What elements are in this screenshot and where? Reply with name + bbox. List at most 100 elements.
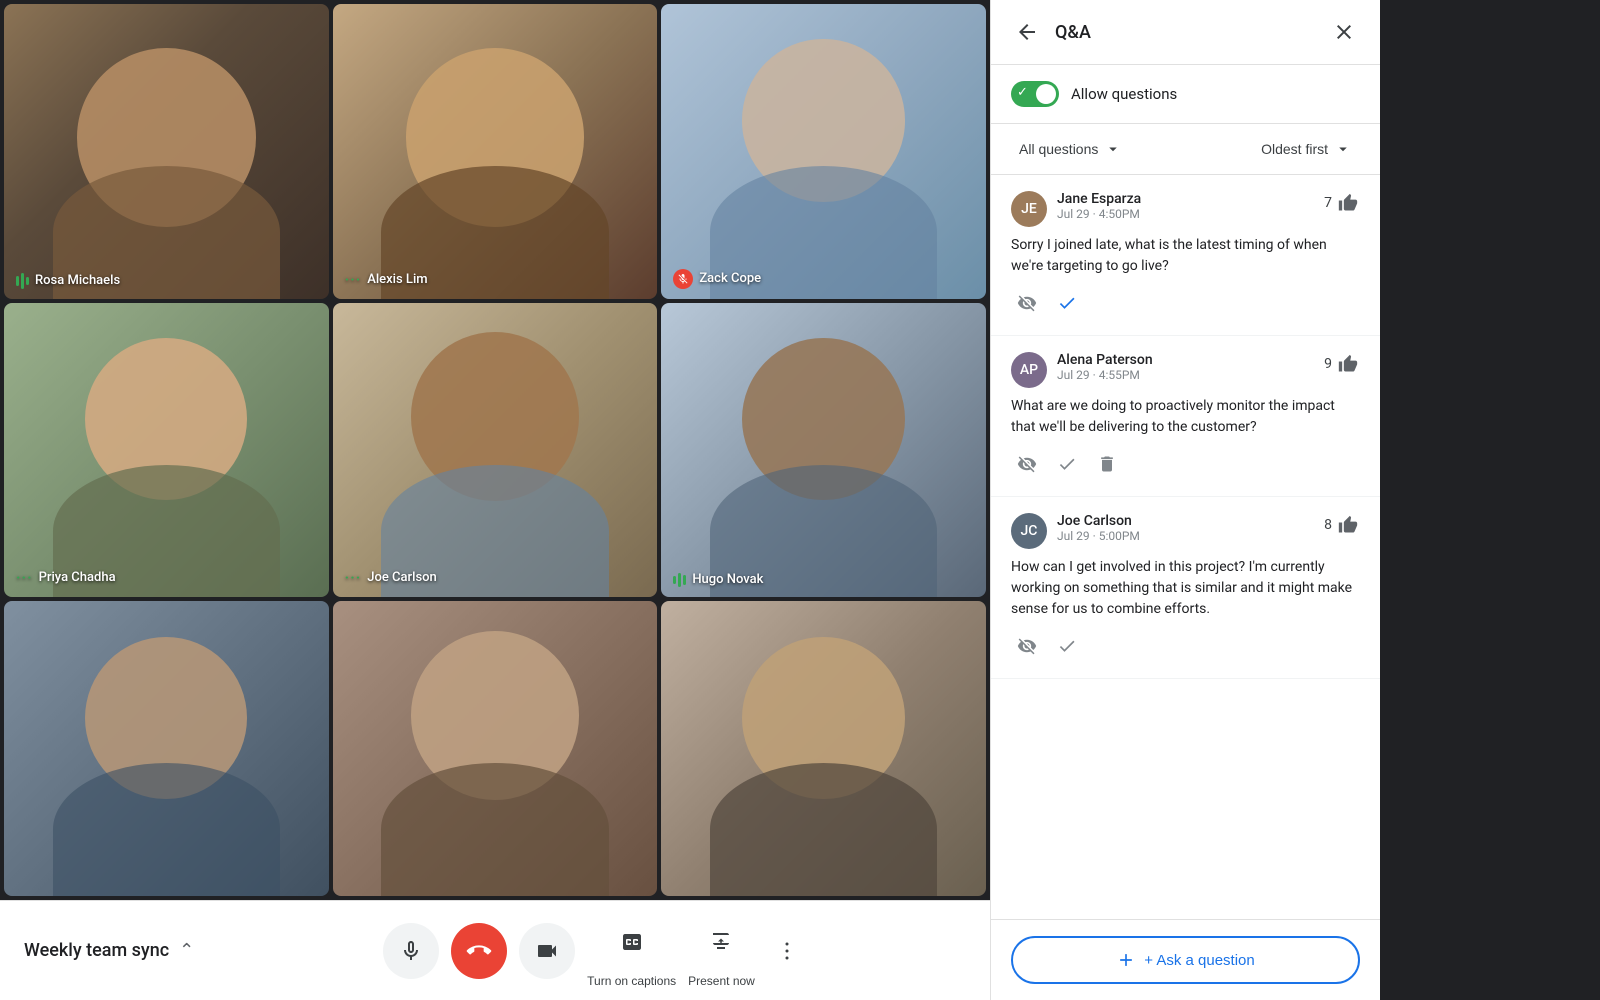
avatar-jane: JE: [1011, 191, 1047, 227]
answer-button-3[interactable]: [1051, 630, 1083, 662]
hide-button-2[interactable]: [1011, 448, 1043, 480]
video-grid: Rosa Michaels ··· Alexis Lim: [0, 0, 990, 900]
video-cell-p8: [333, 601, 658, 896]
oldest-first-filter[interactable]: Oldest first: [1253, 136, 1360, 162]
question-header-1: JE Jane Esparza Jul 29 · 4:50PM 7: [1011, 191, 1360, 227]
q-author-alena: Alena Paterson: [1057, 352, 1314, 368]
qa-close-button[interactable]: [1328, 16, 1360, 48]
q-actions-3: [1011, 630, 1360, 662]
q-time-joe: Jul 29 · 5:00PM: [1057, 529, 1314, 543]
present-label: Present now: [688, 974, 755, 988]
allow-questions-row: ✓ Allow questions: [991, 65, 1380, 124]
answer-button-1[interactable]: [1051, 287, 1083, 319]
present-now-button[interactable]: Present now: [688, 914, 755, 988]
like-button-1[interactable]: [1336, 191, 1360, 215]
q-time-jane: Jul 29 · 4:50PM: [1057, 207, 1314, 221]
like-count-3: 8: [1324, 517, 1332, 533]
end-call-button[interactable]: [451, 923, 507, 979]
name-time-joe: Joe Carlson Jul 29 · 5:00PM: [1057, 513, 1314, 543]
video-cell-p9: [661, 601, 986, 896]
captions-icon-wrap: [604, 914, 660, 970]
participant-name-joe: ··· Joe Carlson: [345, 568, 437, 587]
q-author-joe: Joe Carlson: [1057, 513, 1314, 529]
name-time-jane: Jane Esparza Jul 29 · 4:50PM: [1057, 191, 1314, 221]
captions-label: Turn on captions: [587, 974, 676, 988]
mic-indicator-rosa: [16, 273, 29, 289]
allow-questions-toggle[interactable]: ✓: [1011, 81, 1059, 107]
question-header-3: JC Joe Carlson Jul 29 · 5:00PM 8: [1011, 513, 1360, 549]
mic-indicator-hugo: [673, 573, 686, 587]
allow-questions-label: Allow questions: [1071, 85, 1177, 103]
participant-name-hugo: Hugo Novak: [673, 572, 763, 587]
meeting-title-area: Weekly team sync ⌃: [24, 940, 224, 961]
question-item-3: JC Joe Carlson Jul 29 · 5:00PM 8 How can…: [991, 497, 1380, 679]
dots-indicator-joe: ···: [345, 568, 362, 587]
delete-button-2[interactable]: [1091, 448, 1123, 480]
chevron-up-icon[interactable]: ⌃: [179, 940, 194, 961]
participant-name-priya: ··· Priya Chadha: [16, 568, 116, 587]
video-cell-joe: ··· Joe Carlson: [333, 303, 658, 598]
more-options-button[interactable]: [767, 931, 807, 971]
mic-bar: [683, 575, 686, 585]
dots-indicator-priya: ···: [16, 568, 33, 587]
name-time-alena: Alena Paterson Jul 29 · 4:55PM: [1057, 352, 1314, 382]
qa-panel: Q&A ✓ Allow questions All questions Olde…: [990, 0, 1380, 1000]
q-text-1: Sorry I joined late, what is the latest …: [1011, 235, 1360, 277]
qa-header: Q&A: [991, 0, 1380, 65]
order-dropdown-icon: [1334, 140, 1352, 158]
camera-button[interactable]: [519, 923, 575, 979]
oldest-first-label: Oldest first: [1261, 141, 1328, 157]
all-questions-filter[interactable]: All questions: [1011, 136, 1130, 162]
ask-question-button[interactable]: + Ask a question: [1011, 936, 1360, 984]
like-area-2: 9: [1324, 352, 1360, 376]
present-icon-wrap: [693, 914, 749, 970]
like-count-1: 7: [1324, 195, 1332, 211]
mic-button[interactable]: [383, 923, 439, 979]
like-count-2: 9: [1324, 356, 1332, 372]
mic-bar: [16, 276, 19, 286]
video-cell-alexis: ··· Alexis Lim: [333, 4, 658, 299]
qa-title: Q&A: [1055, 22, 1316, 43]
question-item-1: JE Jane Esparza Jul 29 · 4:50PM 7 Sorry …: [991, 175, 1380, 336]
qa-footer: + Ask a question: [991, 919, 1380, 1000]
hide-button-3[interactable]: [1011, 630, 1043, 662]
questions-list: JE Jane Esparza Jul 29 · 4:50PM 7 Sorry …: [991, 175, 1380, 919]
meeting-title: Weekly team sync: [24, 940, 169, 961]
q-actions-2: [1011, 448, 1360, 480]
filter-dropdown-icon: [1104, 140, 1122, 158]
filter-row: All questions Oldest first: [991, 124, 1380, 175]
participant-name-alexis: ··· Alexis Lim: [345, 270, 428, 289]
video-cell-rosa: Rosa Michaels: [4, 4, 329, 299]
q-author-jane: Jane Esparza: [1057, 191, 1314, 207]
q-text-3: How can I get involved in this project? …: [1011, 557, 1360, 620]
toggle-check-icon: ✓: [1017, 85, 1028, 100]
captions-button[interactable]: Turn on captions: [587, 914, 676, 988]
mic-bar: [678, 573, 681, 587]
like-button-2[interactable]: [1336, 352, 1360, 376]
like-button-3[interactable]: [1336, 513, 1360, 537]
hide-button-1[interactable]: [1011, 287, 1043, 319]
avatar-alena: AP: [1011, 352, 1047, 388]
like-area-3: 8: [1324, 513, 1360, 537]
video-cell-p7: [4, 601, 329, 896]
mic-muted-icon-zack: [673, 269, 693, 289]
ask-question-label: + Ask a question: [1144, 952, 1255, 969]
bottom-bar: Weekly team sync ⌃: [0, 900, 990, 1000]
video-cell-zack: Zack Cope: [661, 4, 986, 299]
question-item-2: AP Alena Paterson Jul 29 · 4:55PM 9 What…: [991, 336, 1380, 497]
avatar-joe: JC: [1011, 513, 1047, 549]
qa-back-button[interactable]: [1011, 16, 1043, 48]
mic-bar: [673, 576, 676, 584]
dots-indicator-alexis: ···: [345, 270, 362, 289]
participant-name-zack: Zack Cope: [673, 269, 761, 289]
all-questions-label: All questions: [1019, 141, 1098, 157]
video-cell-hugo: Hugo Novak: [661, 303, 986, 598]
q-actions-1: [1011, 287, 1360, 319]
mic-bar: [26, 277, 29, 285]
controls-center: Turn on captions Present now: [224, 914, 966, 988]
answer-button-2[interactable]: [1051, 448, 1083, 480]
mic-bar: [21, 273, 24, 289]
video-cell-priya: ··· Priya Chadha: [4, 303, 329, 598]
q-time-alena: Jul 29 · 4:55PM: [1057, 368, 1314, 382]
question-header-2: AP Alena Paterson Jul 29 · 4:55PM 9: [1011, 352, 1360, 388]
